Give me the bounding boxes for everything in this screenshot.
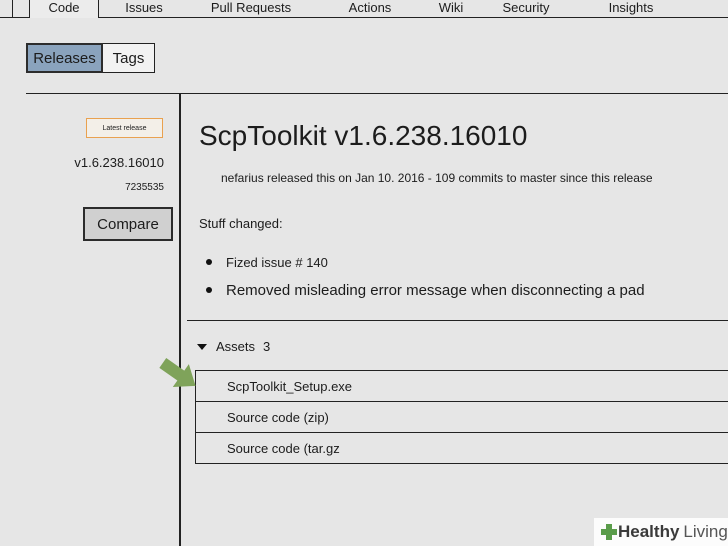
asset-source-targz[interactable]: Source code (tar.gz <box>195 432 728 464</box>
compare-button[interactable]: Compare <box>83 207 173 241</box>
tab-label: Code <box>48 0 80 15</box>
asset-source-zip[interactable]: Source code (zip) <box>195 401 728 432</box>
plus-logo-icon <box>601 524 617 540</box>
release-notes-heading: Stuff changed: <box>199 216 283 231</box>
tab-pull-requests[interactable]: Pull Requests <box>196 0 306 18</box>
tab-bar-divider <box>0 17 728 18</box>
asset-name: ScpToolkit_Setup.exe <box>227 378 353 394</box>
tab-issues[interactable]: Issues <box>110 0 178 18</box>
caret-down-icon <box>197 343 207 350</box>
release-title[interactable]: ScpToolkit v1.6.238.16010 <box>199 120 527 152</box>
tab-label: Insights <box>608 0 654 15</box>
assets-toggle[interactable]: Assets 3 <box>197 339 270 354</box>
list-item: Removed misleading error message when di… <box>206 274 645 306</box>
assets-label: Assets <box>216 339 256 354</box>
tab-label: Issues <box>125 0 163 15</box>
repo-tab-bar: Code Issues Pull Requests Actions Wiki S… <box>0 0 728 18</box>
tab-label: Pull Requests <box>210 0 292 15</box>
tags-button[interactable]: Tags <box>103 43 155 73</box>
asset-setup-exe[interactable]: ScpToolkit_Setup.exe <box>195 370 728 401</box>
tab-wiki[interactable]: Wiki <box>427 0 475 18</box>
tab-label: Wiki <box>438 0 464 15</box>
watermark-brand-suffix: Living <box>683 522 728 541</box>
release-notes-list: Fized issue # 140 Removed misleading err… <box>206 252 645 306</box>
healthy-living-watermark: Healthy Living <box>594 518 728 546</box>
latest-release-badge: Latest release <box>86 118 163 138</box>
bullet-icon <box>206 287 212 293</box>
tab-bar-edge <box>0 0 13 18</box>
asset-name: Source code (zip) <box>227 409 329 425</box>
tab-code[interactable]: Code <box>29 0 99 18</box>
tab-label: Actions <box>348 0 392 15</box>
releases-button[interactable]: Releases <box>26 43 103 73</box>
pointer-arrow-icon <box>159 358 196 388</box>
list-item: Fized issue # 140 <box>206 252 645 272</box>
releases-tags-toggle: Releases Tags <box>26 43 155 73</box>
bullet-icon <box>206 259 212 265</box>
watermark-brand: Healthy <box>618 522 680 541</box>
tab-security[interactable]: Security <box>490 0 562 18</box>
tab-label: Security <box>502 0 550 15</box>
assets-divider <box>187 320 728 321</box>
commit-hash-link[interactable]: 7235535 <box>125 182 164 193</box>
release-column-divider <box>179 93 181 546</box>
note-text: Fized issue # 140 <box>226 254 328 270</box>
release-top-divider <box>26 93 728 94</box>
release-tag-link[interactable]: v1.6.238.16010 <box>74 155 164 170</box>
asset-name: Source code (tar.gz <box>227 440 340 456</box>
tab-insights[interactable]: Insights <box>596 0 666 18</box>
tab-actions[interactable]: Actions <box>335 0 405 18</box>
note-text: Removed misleading error message when di… <box>226 281 645 299</box>
assets-count: 3 <box>263 339 271 354</box>
asset-list: ScpToolkit_Setup.exe Source code (zip) S… <box>195 370 728 464</box>
release-meta: nefarius released this on Jan 10. 2016 -… <box>221 171 653 185</box>
